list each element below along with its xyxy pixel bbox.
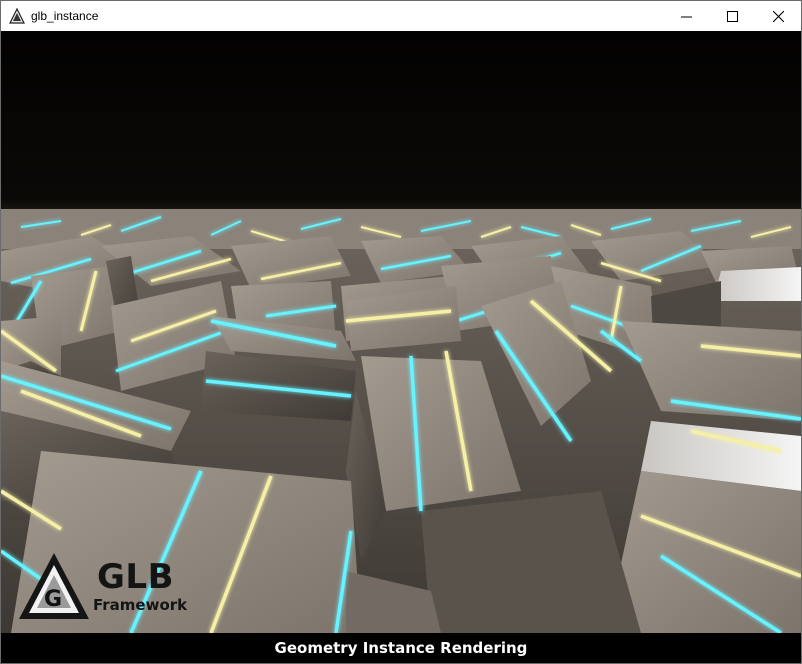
render-caption: Geometry Instance Rendering	[274, 639, 528, 657]
app-window: glb_instance G GLB Framework Geometry In…	[0, 0, 802, 664]
glb-framework-logo: G GLB Framework	[17, 551, 197, 621]
maximize-button[interactable]	[709, 1, 755, 31]
minimize-icon	[680, 16, 692, 17]
caption-bar: Geometry Instance Rendering	[1, 633, 801, 663]
window-controls	[663, 1, 801, 31]
render-viewport[interactable]: G GLB Framework	[1, 31, 801, 633]
close-icon	[772, 10, 784, 22]
minimize-button[interactable]	[663, 1, 709, 31]
logo-name: GLB	[97, 557, 174, 597]
maximize-icon	[726, 10, 738, 22]
close-button[interactable]	[755, 1, 801, 31]
instanced-box-scene	[1, 31, 801, 633]
title-bar[interactable]: glb_instance	[1, 1, 801, 31]
logo-mark-letter: G	[44, 587, 63, 612]
logo-subtitle: Framework	[93, 596, 188, 614]
glb-logo-icon	[9, 8, 25, 24]
window-title: glb_instance	[31, 9, 99, 23]
